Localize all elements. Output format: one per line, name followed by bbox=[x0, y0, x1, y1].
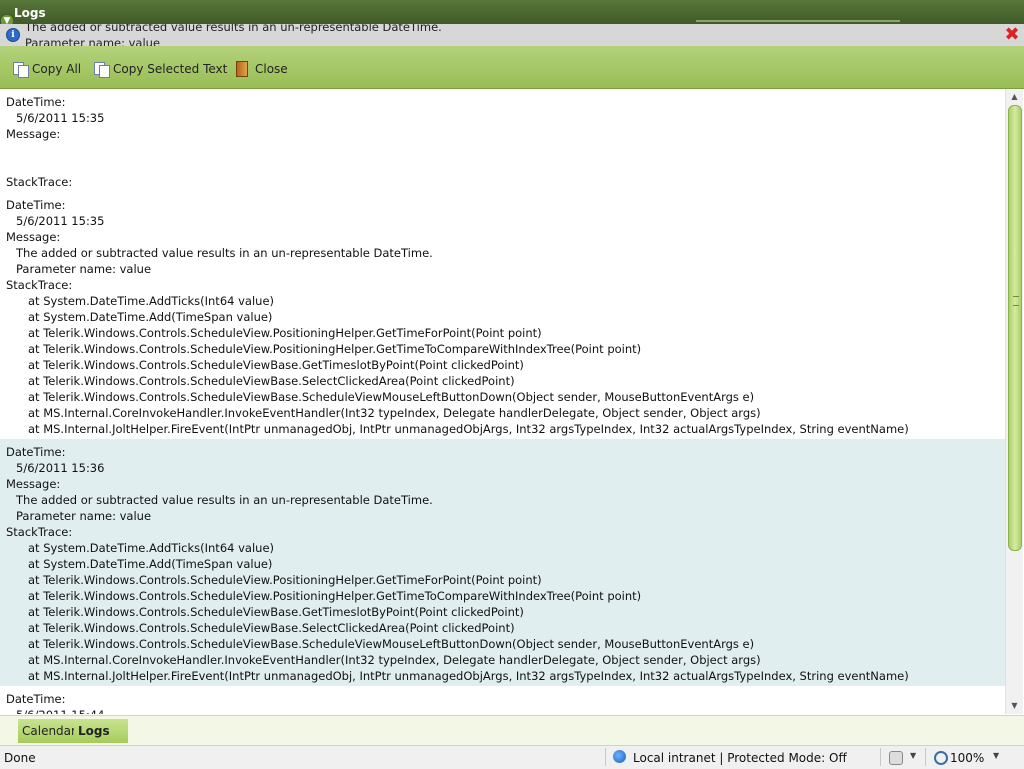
title-bar-progress bbox=[696, 20, 900, 22]
stack-frame: at MS.Internal.CoreInvokeHandler.InvokeE… bbox=[28, 406, 761, 420]
datetime-label: DateTime: bbox=[6, 445, 66, 459]
chevron-down-icon[interactable]: ▼ bbox=[993, 751, 999, 760]
message-label: Message: bbox=[6, 477, 61, 491]
protected-mode-icon[interactable] bbox=[889, 751, 903, 765]
tab-logs[interactable]: Logs bbox=[74, 719, 128, 743]
stack-frame: at System.DateTime.Add(TimeSpan value) bbox=[28, 310, 273, 324]
message-label: Message: bbox=[6, 230, 61, 244]
log-list[interactable]: DateTime: 5/6/2011 15:35 Message: StackTra… bbox=[0, 89, 1005, 714]
stack-frame: at System.DateTime.AddTicks(Int64 value) bbox=[28, 294, 275, 308]
separator bbox=[605, 748, 606, 766]
stacktrace-label: StackTrace: bbox=[6, 175, 73, 189]
datetime-label: DateTime: bbox=[6, 198, 66, 212]
stack-frame: at MS.Internal.JoltHelper.FireEvent(IntP… bbox=[28, 669, 909, 683]
message-line bbox=[6, 158, 999, 174]
status-bar: Done Local intranet | Protected Mode: Of… bbox=[0, 745, 1024, 769]
stack-frame: at Telerik.Windows.Controls.ScheduleView… bbox=[28, 326, 542, 340]
grip-icon bbox=[1013, 296, 1019, 306]
scrollbar-thumb[interactable] bbox=[1008, 105, 1022, 551]
message-line: Parameter name: value bbox=[16, 262, 152, 276]
copy-icon bbox=[12, 61, 29, 78]
datetime-value: 5/6/2011 15:44 bbox=[6, 707, 999, 714]
info-icon: i bbox=[6, 28, 20, 42]
tab-bar: Calendar Logs bbox=[0, 715, 1024, 745]
window-title: Logs bbox=[14, 6, 46, 20]
copy-selected-text-button[interactable]: Copy Selected Text bbox=[93, 60, 227, 78]
scroll-down-arrow-icon[interactable]: ▼ bbox=[1008, 700, 1021, 712]
close-label: Close bbox=[255, 62, 288, 76]
stack-frame: at System.DateTime.AddTicks(Int64 value) bbox=[28, 541, 275, 555]
datetime-value: 5/6/2011 15:35 bbox=[16, 214, 105, 228]
exit-door-icon bbox=[236, 61, 248, 77]
chevron-down-icon[interactable]: ▼ bbox=[910, 751, 916, 760]
toolbar: Copy All Copy Selected Text Close bbox=[0, 46, 1024, 89]
stack-frame: at MS.Internal.JoltHelper.FireEvent(IntP… bbox=[28, 422, 909, 436]
copy-all-label: Copy All bbox=[32, 62, 82, 76]
stack-frame: at Telerik.Windows.Controls.ScheduleView… bbox=[28, 390, 755, 404]
globe-icon bbox=[613, 750, 626, 763]
message-line: Parameter name: value bbox=[16, 509, 152, 523]
log-entry[interactable]: DateTime:5/6/2011 15:44Message: bbox=[0, 686, 1005, 714]
copy-selected-text-label: Copy Selected Text bbox=[113, 62, 228, 76]
zoom-icon[interactable] bbox=[934, 751, 948, 765]
message-line bbox=[6, 142, 999, 158]
stack-frame: at Telerik.Windows.Controls.ScheduleView… bbox=[28, 358, 524, 372]
message-label: Message: bbox=[6, 127, 61, 141]
dismiss-error-icon[interactable]: ✖ bbox=[1004, 26, 1020, 44]
title-bar: Logs bbox=[0, 0, 1024, 24]
error-bar: i The added or subtracted value results … bbox=[0, 24, 1024, 46]
error-message-line1: The added or subtracted value results in… bbox=[25, 24, 442, 34]
stack-frame: at Telerik.Windows.Controls.ScheduleView… bbox=[28, 374, 515, 388]
stack-frame: at System.DateTime.Add(TimeSpan value) bbox=[28, 557, 273, 571]
separator bbox=[880, 748, 881, 766]
datetime-label: DateTime: bbox=[6, 95, 66, 109]
message-line: The added or subtracted value results in… bbox=[16, 493, 433, 507]
stack-frame: at Telerik.Windows.Controls.ScheduleView… bbox=[28, 342, 642, 356]
message-line: The added or subtracted value results in… bbox=[16, 246, 433, 260]
separator bbox=[925, 748, 926, 766]
stacktrace-label: StackTrace: bbox=[6, 278, 73, 292]
stack-frame: at Telerik.Windows.Controls.ScheduleView… bbox=[28, 589, 642, 603]
tab-calendar[interactable]: Calendar bbox=[18, 719, 80, 743]
copy-all-button[interactable]: Copy All bbox=[12, 60, 81, 78]
stack-frame: at MS.Internal.CoreInvokeHandler.InvokeE… bbox=[28, 653, 761, 667]
security-zone[interactable]: Local intranet | Protected Mode: Off bbox=[633, 751, 847, 765]
vertical-scrollbar[interactable]: ▲ ▼ bbox=[1005, 89, 1023, 714]
datetime-value: 5/6/2011 15:35 bbox=[16, 111, 105, 125]
close-button[interactable]: Close bbox=[236, 60, 288, 78]
stack-frame: at Telerik.Windows.Controls.ScheduleView… bbox=[28, 573, 542, 587]
stack-frame: at Telerik.Windows.Controls.ScheduleView… bbox=[28, 605, 524, 619]
error-message-line2: Parameter name: value bbox=[25, 36, 161, 46]
log-entry[interactable]: DateTime: 5/6/2011 15:35 Message: The added… bbox=[0, 192, 1005, 439]
scroll-up-arrow-icon[interactable]: ▲ bbox=[1008, 91, 1021, 103]
copy-icon bbox=[93, 61, 110, 78]
stack-frame: at Telerik.Windows.Controls.ScheduleView… bbox=[28, 637, 755, 651]
datetime-value: 5/6/2011 15:36 bbox=[16, 461, 105, 475]
datetime-label: DateTime: bbox=[6, 692, 66, 706]
log-entry[interactable]: DateTime: 5/6/2011 15:35 Message: StackTra… bbox=[0, 89, 1005, 192]
stacktrace-label: StackTrace: bbox=[6, 525, 73, 539]
status-text: Done bbox=[4, 751, 36, 765]
log-entry[interactable]: DateTime: 5/6/2011 15:36 Message: The added… bbox=[0, 439, 1005, 686]
error-message: The added or subtracted value results in… bbox=[25, 24, 442, 46]
zoom-level[interactable]: 100% bbox=[950, 751, 984, 765]
stack-frame: at Telerik.Windows.Controls.ScheduleView… bbox=[28, 621, 515, 635]
